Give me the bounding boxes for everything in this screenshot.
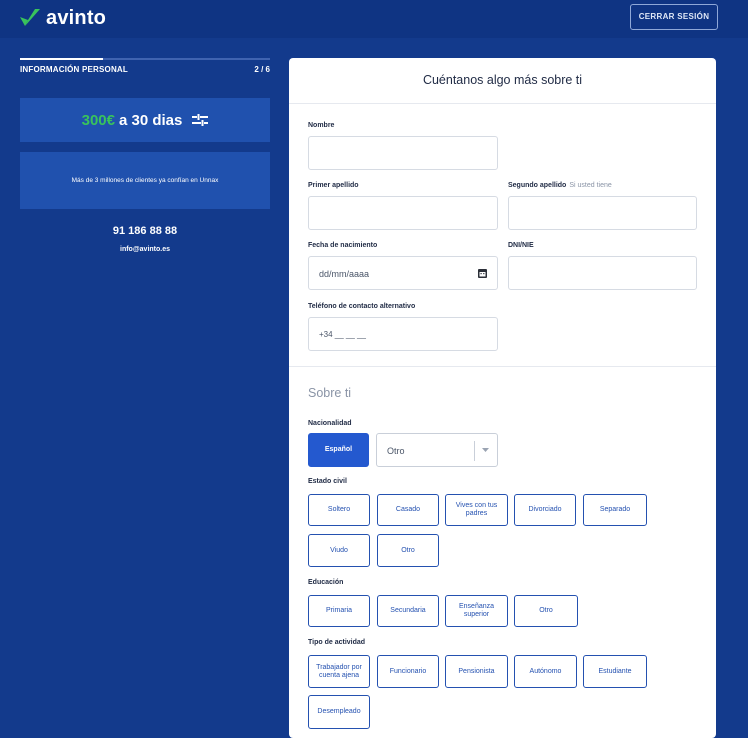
estado-civil-soltero-button[interactable]: Soltero: [308, 494, 370, 526]
sliders-icon[interactable]: [192, 114, 209, 126]
fecha-placeholder: dd/mm/aaaa: [319, 269, 370, 279]
actividad-desempleado-button[interactable]: Desempleado: [308, 695, 370, 729]
logo-check-icon: [20, 9, 40, 26]
estado-civil-separado-button[interactable]: Separado: [583, 494, 647, 526]
contact-phone[interactable]: 91 186 88 88: [20, 225, 270, 237]
educacion-label: Educación: [308, 579, 344, 586]
logo-text: avinto: [46, 6, 107, 29]
primer-apellido-input[interactable]: [308, 196, 498, 230]
telefono-input[interactable]: +34 __ __ __: [308, 317, 498, 351]
segundo-apellido-label: Segundo apellido Si usted tiene: [508, 182, 612, 189]
dni-input[interactable]: [508, 256, 697, 290]
nacionalidad-select-value: Otro: [387, 446, 405, 456]
primer-apellido-label: Primer apellido: [308, 182, 359, 189]
promo-banner: 300€ a 30 dias: [20, 98, 270, 142]
nombre-label: Nombre: [308, 122, 335, 129]
educacion-superior-button[interactable]: Enseñanza superior: [445, 595, 508, 627]
estado-civil-viudo-button[interactable]: Viudo: [308, 534, 370, 567]
estado-civil-divorciado-button[interactable]: Divorciado: [514, 494, 576, 526]
fecha-label: Fecha de nacimiento: [308, 242, 378, 249]
section-title-sobre-ti: Sobre ti: [308, 386, 352, 400]
educacion-primaria-button[interactable]: Primaria: [308, 595, 370, 627]
actividad-label: Tipo de actividad: [308, 639, 366, 646]
estado-civil-otro-button[interactable]: Otro: [377, 534, 439, 567]
promo-amount: 300€: [81, 111, 115, 129]
segundo-apellido-label-text: Segundo apellido: [508, 182, 567, 189]
contact-email[interactable]: info@avinto.es: [20, 246, 270, 253]
select-separator: [474, 441, 475, 461]
nacionalidad-select[interactable]: Otro: [376, 433, 498, 467]
segundo-apellido-hint: Si usted tiene: [569, 182, 612, 189]
divider: [289, 103, 716, 104]
divider: [289, 366, 716, 367]
nacionalidad-label: Nacionalidad: [308, 420, 352, 427]
actividad-funcionario-button[interactable]: Funcionario: [377, 655, 439, 688]
estado-civil-padres-button[interactable]: Vives con tus padres: [445, 494, 508, 526]
nacionalidad-espanol-button[interactable]: Español: [308, 433, 369, 467]
estado-civil-casado-button[interactable]: Casado: [377, 494, 439, 526]
logout-button[interactable]: CERRAR SESIÓN: [630, 4, 718, 30]
educacion-secundaria-button[interactable]: Secundaria: [377, 595, 439, 627]
telefono-placeholder: +34 __ __ __: [319, 330, 366, 339]
step-progress-track: [20, 58, 270, 60]
logo[interactable]: avinto: [19, 6, 106, 30]
top-bar: avinto CERRAR SESIÓN: [0, 0, 748, 38]
form-title: Cuéntanos algo más sobre ti: [422, 73, 583, 87]
actividad-estudiante-button[interactable]: Estudiante: [583, 655, 647, 688]
step-progress-fill: [20, 58, 104, 60]
telefono-label: Teléfono de contacto alternativo: [308, 303, 416, 310]
estado-civil-label: Estado civil: [308, 478, 347, 485]
actividad-cuenta-ajena-button[interactable]: Trabajador por cuenta ajena: [308, 655, 370, 688]
segundo-apellido-input[interactable]: [508, 196, 697, 230]
fecha-input[interactable]: dd/mm/aaaa: [308, 256, 498, 290]
nombre-input[interactable]: [308, 136, 498, 170]
step-label: INFORMACIÓN PERSONAL: [20, 65, 128, 74]
step-count: 2 / 6: [254, 65, 270, 74]
dni-label: DNI/NIE: [508, 242, 534, 249]
promo-term: a 30 dias: [118, 111, 183, 129]
calendar-icon[interactable]: [478, 269, 487, 278]
actividad-pensionista-button[interactable]: Pensionista: [445, 655, 508, 688]
trust-text: Más de 3 millones de clientes ya confían…: [71, 177, 219, 184]
form-card: Cuéntanos algo más sobre ti Nombre Prime…: [289, 58, 716, 738]
actividad-autonomo-button[interactable]: Autónomo: [514, 655, 577, 688]
trust-banner: Más de 3 millones de clientes ya confían…: [20, 152, 270, 209]
educacion-otro-button[interactable]: Otro: [514, 595, 578, 627]
chevron-down-icon[interactable]: [482, 448, 489, 453]
